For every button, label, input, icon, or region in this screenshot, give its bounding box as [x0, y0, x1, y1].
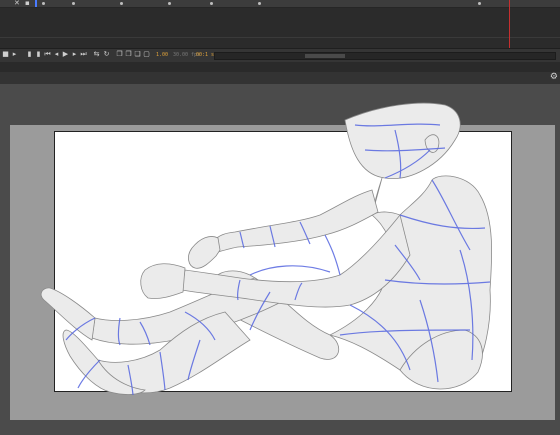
- figure-head: [344, 102, 461, 179]
- figure-front-hand: [140, 263, 186, 299]
- figure-artwork[interactable]: [0, 0, 560, 435]
- figure-back-hand: [188, 236, 221, 269]
- figure-back-arm: [214, 189, 379, 253]
